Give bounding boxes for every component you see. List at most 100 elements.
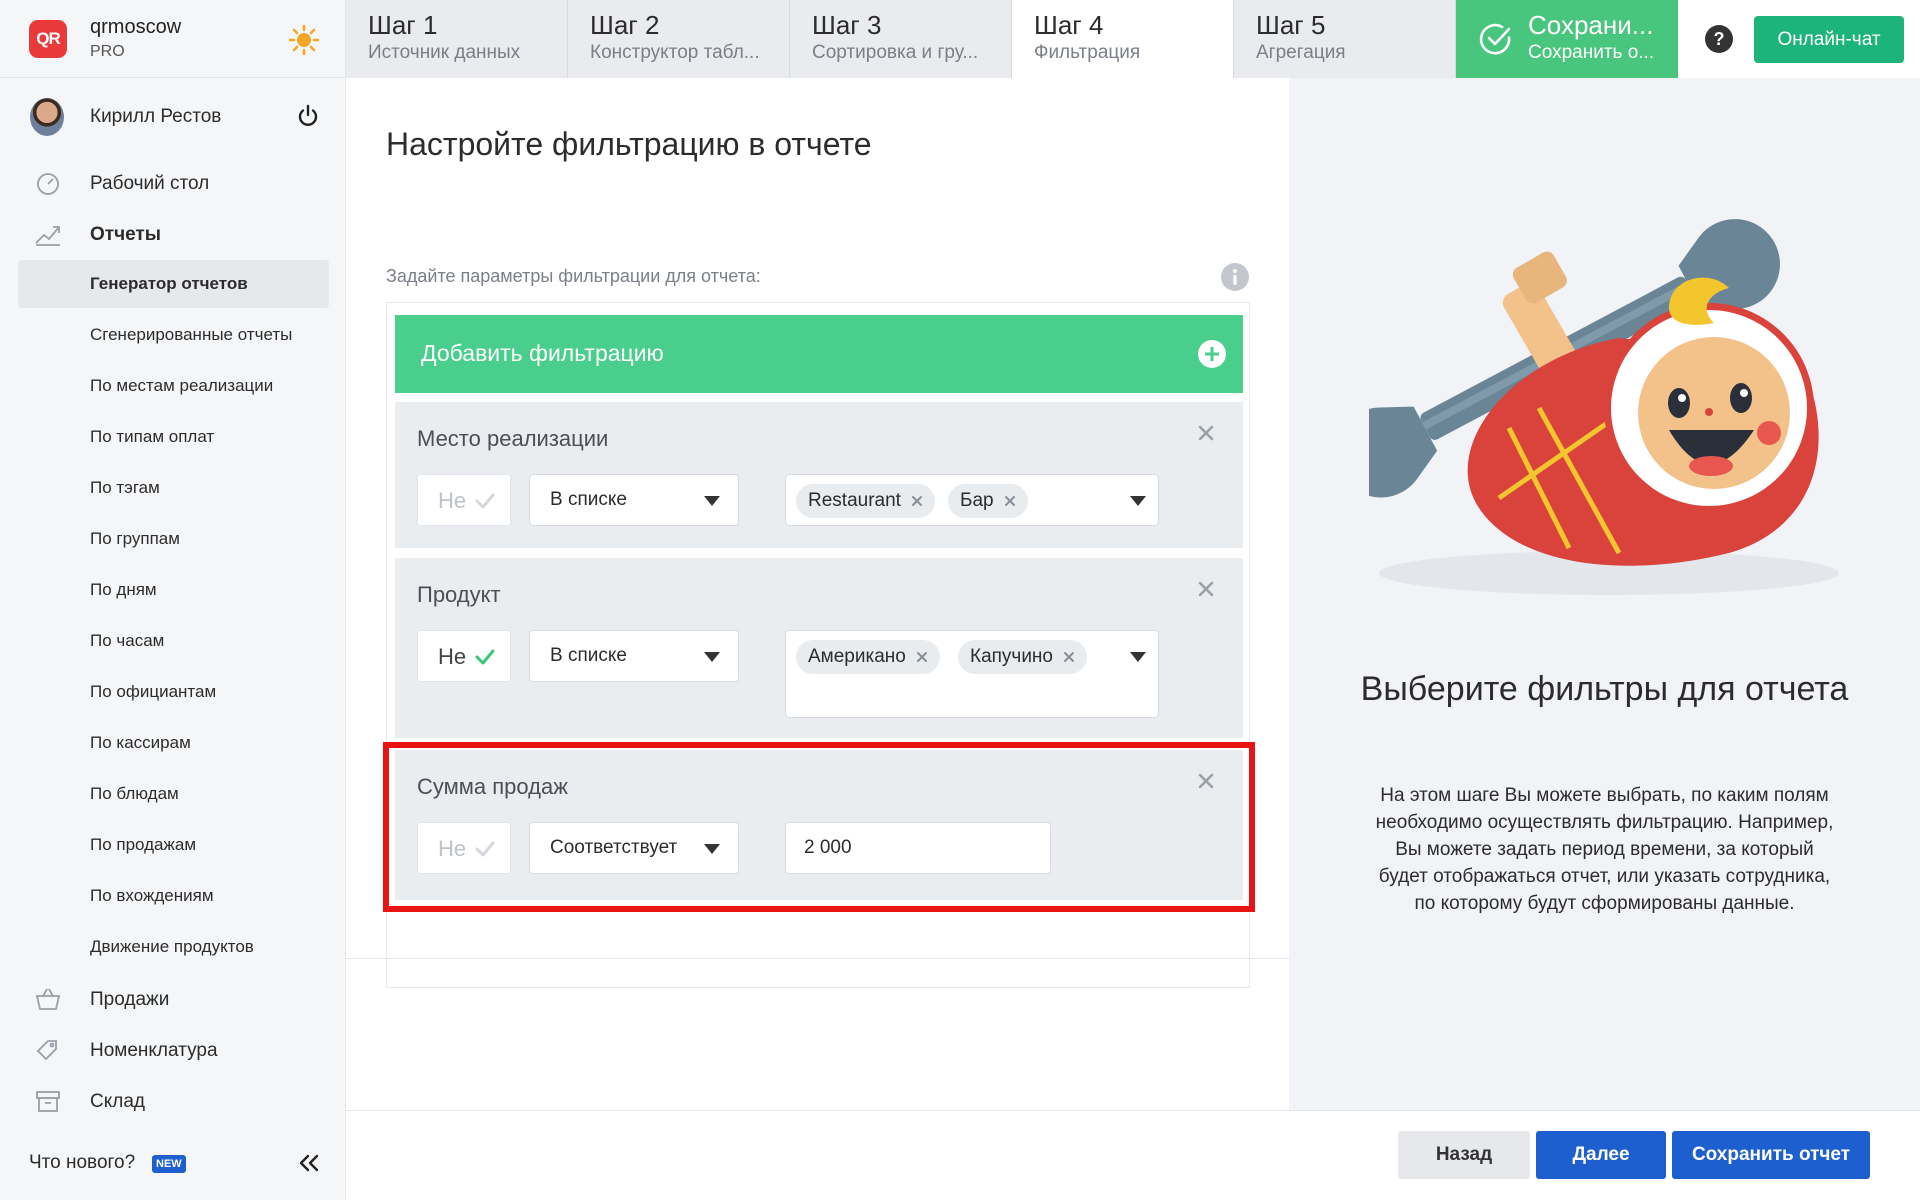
negate-toggle[interactable]: Не xyxy=(417,630,511,682)
sidebar-report-label: По местам реализации xyxy=(90,376,274,395)
tag-label: Американо xyxy=(808,646,906,667)
next-button[interactable]: Далее xyxy=(1536,1131,1666,1179)
sidebar-report-item[interactable]: По типам оплат xyxy=(18,413,329,461)
archive-box-icon xyxy=(36,1091,60,1112)
sidebar-report-item[interactable]: Движение продуктов xyxy=(18,923,329,971)
caret-down-icon xyxy=(704,844,720,854)
nav-warehouse[interactable]: Склад xyxy=(0,1079,346,1123)
svg-text:?: ? xyxy=(1714,29,1725,49)
caret-down-icon xyxy=(704,652,720,662)
step-5[interactable]: Шаг 5 Агрегация xyxy=(1234,0,1456,78)
brand-name: qrmoscow xyxy=(90,16,182,38)
sidebar-report-item[interactable]: По блюдам xyxy=(18,770,329,818)
sidebar-report-item[interactable]: По часам xyxy=(18,617,329,665)
sidebar-report-label: По вхождениям xyxy=(90,886,214,905)
sidebar-report-item[interactable]: По дням xyxy=(18,566,329,614)
operator-value: В списке xyxy=(550,489,627,510)
negate-label: Не xyxy=(438,644,467,669)
close-icon[interactable] xyxy=(1195,578,1217,600)
brand-header: QR qrmoscow PRO xyxy=(0,0,346,78)
brand-logo[interactable]: QR xyxy=(29,20,67,58)
tag-label: Капучино xyxy=(970,646,1053,667)
nav-dashboard-label: Рабочий стол xyxy=(90,173,210,194)
sidebar-report-item[interactable]: По официантам xyxy=(18,668,329,716)
info-icon[interactable] xyxy=(1220,262,1250,292)
nav-nomenclature[interactable]: Номенклатура xyxy=(0,1028,346,1072)
step-title: Шаг 4 xyxy=(1034,10,1104,40)
value-tag: Бар xyxy=(948,484,1028,518)
step-2[interactable]: Шаг 2 Конструктор табл... xyxy=(568,0,790,78)
value-tag: Американо xyxy=(796,640,940,674)
caret-down-icon xyxy=(1130,496,1146,506)
close-icon[interactable] xyxy=(1195,770,1217,792)
back-button[interactable]: Назад xyxy=(1398,1131,1530,1179)
nav-sales[interactable]: Продажи xyxy=(0,977,346,1021)
step-subtitle: Фильтрация xyxy=(1034,42,1141,63)
sidebar-report-item[interactable]: Генератор отчетов xyxy=(18,260,329,308)
negate-toggle[interactable]: Не xyxy=(417,822,511,874)
values-multiselect[interactable]: Американо Капучино xyxy=(785,630,1159,718)
add-filter-button[interactable]: Добавить фильтрацию xyxy=(395,315,1243,393)
step-4[interactable]: Шаг 4 Фильтрация xyxy=(1012,0,1234,78)
help-icon[interactable]: ? xyxy=(1704,24,1734,54)
sidebar-report-item[interactable]: По кассирам xyxy=(18,719,329,767)
power-icon[interactable] xyxy=(296,104,320,128)
info-panel: Выберите фильтры для отчета На этом шаге… xyxy=(1289,78,1920,1110)
tag-icon xyxy=(36,1040,57,1061)
sidebar-report-item[interactable]: По тэгам xyxy=(18,464,329,512)
sidebar-report-label: Сгенерированные отчеты xyxy=(90,325,293,344)
brand-plan: PRO xyxy=(90,43,125,60)
sidebar-report-label: По официантам xyxy=(90,682,217,701)
sum-value-input[interactable] xyxy=(804,837,1034,859)
chart-trend-icon xyxy=(35,226,60,246)
negate-toggle[interactable]: Не xyxy=(417,474,511,526)
filter-title: Продукт xyxy=(417,582,501,607)
operator-select[interactable]: Соответствует xyxy=(529,822,739,874)
filter-title: Место реализации xyxy=(417,426,609,451)
sun-icon[interactable] xyxy=(288,24,320,56)
sidebar-report-item[interactable]: По группам xyxy=(18,515,329,563)
check-icon xyxy=(475,841,495,857)
remove-tag-icon[interactable] xyxy=(911,495,923,507)
step-3[interactable]: Шаг 3 Сортировка и гру... xyxy=(790,0,1012,78)
new-badge: NEW xyxy=(152,1155,186,1173)
basket-icon xyxy=(35,988,61,1010)
step-1[interactable]: Шаг 1 Источник данных xyxy=(346,0,568,78)
operator-select[interactable]: В списке xyxy=(529,630,739,682)
check-icon xyxy=(475,493,495,509)
nav-dashboard[interactable]: Рабочий стол xyxy=(0,161,346,205)
nav-nomenclature-label: Номенклатура xyxy=(90,1040,218,1061)
sidebar-report-label: По блюдам xyxy=(90,784,179,803)
sidebar-report-item[interactable]: По продажам xyxy=(18,821,329,869)
baby-wrench-illustration xyxy=(1369,219,1839,595)
sidebar-report-label: По дням xyxy=(90,580,157,599)
sidebar-report-item[interactable]: Сгенерированные отчеты xyxy=(18,311,329,359)
sidebar-report-label: По кассирам xyxy=(90,733,191,752)
check-circle-icon xyxy=(1479,23,1511,55)
collapse-sidebar-icon[interactable] xyxy=(296,1150,322,1176)
remove-tag-icon[interactable] xyxy=(1004,495,1016,507)
avatar[interactable] xyxy=(30,98,64,136)
user-name[interactable]: Кирилл Рестов xyxy=(90,106,221,128)
tag-label: Restaurant xyxy=(808,490,901,511)
footer: Назад Далее Сохранить отчет xyxy=(346,1110,1920,1200)
remove-tag-icon[interactable] xyxy=(916,651,928,663)
info-text: На этом шаге Вы можете выбрать, по каким… xyxy=(1375,785,1834,914)
save-step[interactable]: Сохрани... Сохранить о... xyxy=(1456,0,1678,78)
nav-warehouse-label: Склад xyxy=(90,1091,145,1112)
operator-select[interactable]: В списке xyxy=(529,474,739,526)
online-chat-button[interactable]: Онлайн-чат xyxy=(1754,16,1904,63)
step-title: Шаг 2 xyxy=(590,10,660,40)
close-icon[interactable] xyxy=(1195,422,1217,444)
save-report-button[interactable]: Сохранить отчет xyxy=(1672,1131,1870,1179)
remove-tag-icon[interactable] xyxy=(1063,651,1075,663)
negate-label: Не xyxy=(438,836,467,861)
sidebar-report-item[interactable]: По вхождениям xyxy=(18,872,329,920)
tag-label: Бар xyxy=(960,490,994,511)
nav-reports[interactable]: Отчеты xyxy=(0,212,346,256)
step-subtitle: Источник данных xyxy=(368,42,521,63)
whats-new-link[interactable]: Что нового? xyxy=(29,1152,135,1174)
sidebar-report-item[interactable]: По местам реализации xyxy=(18,362,329,410)
negate-label: Не xyxy=(438,488,467,513)
values-multiselect[interactable]: Restaurant Бар xyxy=(785,474,1159,526)
